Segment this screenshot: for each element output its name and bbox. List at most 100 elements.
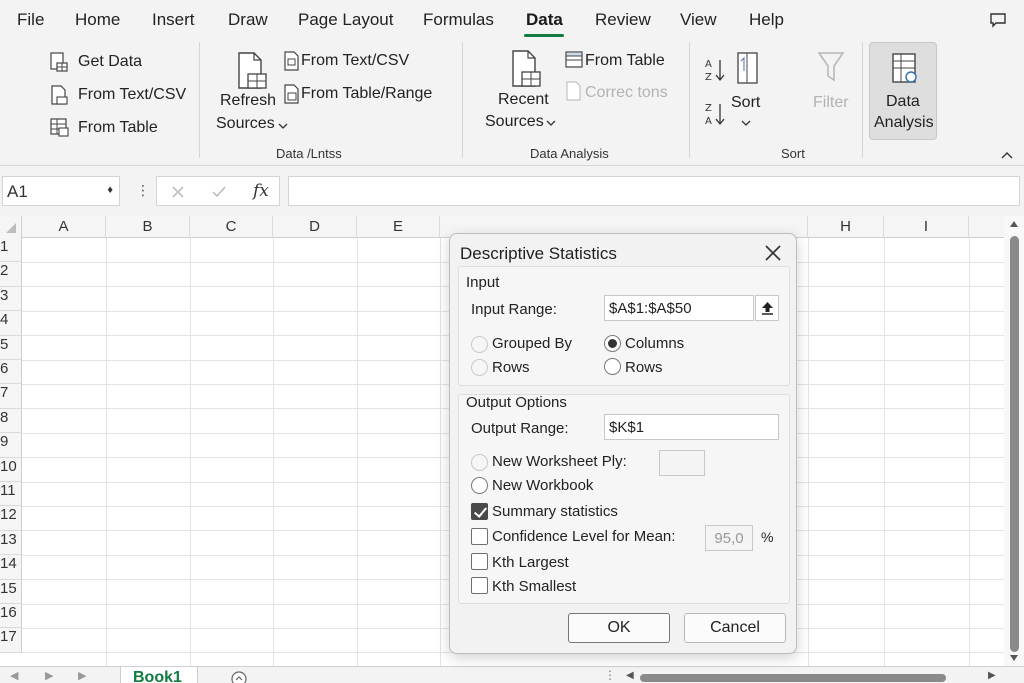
sheet-tab-active[interactable]: Book1: [120, 667, 198, 683]
data-analysis-button[interactable]: Data Analysis: [869, 42, 937, 140]
column-header[interactable]: E: [357, 216, 440, 238]
ribbon: Get Data From Text/CSV From Table Refres…: [0, 42, 1024, 166]
menu-view[interactable]: View: [680, 10, 717, 30]
recent-sources-icon: [512, 50, 541, 87]
new-worksheet-radio[interactable]: [471, 454, 488, 471]
row-header[interactable]: 12: [0, 506, 22, 531]
column-header[interactable]: I: [884, 216, 969, 238]
recent-label[interactable]: Recent: [498, 91, 549, 109]
filter-button[interactable]: Filter: [813, 94, 849, 112]
columns-radio[interactable]: [604, 335, 621, 352]
comment-icon[interactable]: [989, 12, 1007, 28]
ok-button[interactable]: OK: [568, 613, 670, 643]
from-table-range-button[interactable]: From Table/Range: [301, 85, 432, 103]
recent-sources-label[interactable]: Sources: [485, 113, 544, 131]
menu-insert[interactable]: Insert: [152, 10, 195, 30]
insert-function-icon[interactable]: fx: [253, 181, 269, 201]
filter-icon[interactable]: [816, 50, 846, 84]
vertical-scrollbar[interactable]: [1004, 216, 1024, 666]
menu-data[interactable]: Data: [526, 10, 563, 30]
from-table-small-button[interactable]: From Table: [78, 119, 158, 137]
menu-help[interactable]: Help: [749, 10, 784, 30]
menu-draw[interactable]: Draw: [228, 10, 268, 30]
select-all-corner[interactable]: [0, 216, 22, 238]
row-header[interactable]: 1: [0, 238, 22, 263]
confirm-entry-icon[interactable]: [211, 185, 227, 199]
row-header[interactable]: 13: [0, 530, 22, 556]
cancel-entry-icon[interactable]: [171, 185, 185, 199]
get-data-button[interactable]: Get Data: [78, 53, 142, 71]
scroll-down-icon[interactable]: [1009, 654, 1019, 662]
new-workbook-radio[interactable]: [471, 477, 488, 494]
scroll-left-icon[interactable]: ◀: [626, 670, 634, 681]
row-header[interactable]: 17: [0, 628, 22, 653]
from-text-csv-button[interactable]: From Text/CSV: [301, 52, 409, 70]
menu-formulas[interactable]: Formulas: [423, 10, 494, 30]
menu-file[interactable]: File: [17, 10, 44, 30]
more-options-icon[interactable]: ⋮: [136, 182, 150, 199]
grouped-by-radio[interactable]: [471, 336, 488, 353]
confidence-level-label: Confidence Level for Mean:: [492, 528, 676, 545]
input-range-select-button[interactable]: [755, 295, 779, 321]
from-text-csv-small-button[interactable]: From Text/CSV: [78, 86, 186, 104]
close-icon[interactable]: [763, 243, 783, 263]
first-sheet-icon[interactable]: ◀: [10, 669, 18, 682]
scroll-right-icon[interactable]: ▶: [988, 670, 996, 681]
menu-bar: File Home Insert Draw Page Layout Formul…: [0, 0, 1024, 42]
new-worksheet-field[interactable]: [659, 450, 705, 476]
row-header[interactable]: 16: [0, 604, 22, 629]
tab-split-handle-icon[interactable]: ⋮: [604, 668, 616, 682]
svg-text:Z: Z: [705, 103, 712, 114]
cancel-button[interactable]: Cancel: [684, 613, 786, 643]
name-box[interactable]: A1 ♦: [2, 176, 120, 206]
sort-dialog-icon[interactable]: [736, 51, 760, 85]
row-header[interactable]: 3: [0, 286, 22, 312]
row-header[interactable]: 8: [0, 408, 22, 434]
add-sheet-icon[interactable]: [230, 670, 248, 683]
summary-statistics-checkbox[interactable]: [471, 503, 488, 520]
menu-home[interactable]: Home: [75, 10, 120, 30]
column-header[interactable]: D: [273, 216, 357, 238]
row-header[interactable]: 9: [0, 433, 22, 458]
formula-input[interactable]: [288, 176, 1020, 206]
sort-az-icon[interactable]: A Z: [703, 56, 727, 84]
grouped-rows-radio[interactable]: [471, 359, 488, 376]
sort-za-icon[interactable]: Z A: [703, 100, 727, 128]
column-header[interactable]: H: [808, 216, 884, 238]
row-header[interactable]: 15: [0, 579, 22, 604]
row-header[interactable]: 6: [0, 360, 22, 385]
chevron-down-icon: [741, 120, 751, 126]
menu-page-layout[interactable]: Page Layout: [298, 10, 393, 30]
output-range-field[interactable]: $K$1: [604, 414, 779, 440]
input-range-field[interactable]: $A$1:$A$50: [604, 295, 754, 321]
kth-smallest-checkbox[interactable]: [471, 577, 488, 594]
horizontal-scroll-thumb[interactable]: [640, 674, 946, 682]
sort-button[interactable]: Sort: [731, 94, 760, 112]
refresh-label[interactable]: Refresh: [220, 92, 276, 110]
row-header[interactable]: 11: [0, 482, 22, 507]
sources-label[interactable]: Sources: [216, 115, 275, 133]
from-table-button[interactable]: From Table: [585, 52, 665, 70]
row-header[interactable]: 4: [0, 311, 22, 336]
column-header[interactable]: C: [190, 216, 273, 238]
input-range-label: Input Range:: [471, 301, 557, 318]
confidence-level-checkbox[interactable]: [471, 528, 488, 545]
name-box-dropdown-icon[interactable]: ♦: [107, 184, 113, 196]
row-header[interactable]: 14: [0, 555, 22, 580]
collapse-ribbon-icon[interactable]: [1000, 150, 1014, 160]
row-header[interactable]: 2: [0, 262, 22, 287]
prev-sheet-icon[interactable]: ▶: [45, 669, 53, 682]
row-header[interactable]: 7: [0, 384, 22, 409]
scroll-up-icon[interactable]: [1009, 220, 1019, 228]
kth-largest-checkbox[interactable]: [471, 553, 488, 570]
next-sheet-icon[interactable]: ▶: [78, 669, 86, 682]
column-header[interactable]: A: [22, 216, 106, 238]
vertical-scroll-thumb[interactable]: [1010, 236, 1019, 652]
row-header[interactable]: 5: [0, 335, 22, 360]
connections-button[interactable]: Correc tons: [585, 84, 668, 102]
column-header[interactable]: B: [106, 216, 190, 238]
rows-radio[interactable]: [604, 358, 621, 375]
row-header[interactable]: 10: [0, 457, 22, 482]
menu-review[interactable]: Review: [595, 10, 651, 30]
confidence-level-field[interactable]: 95,0: [705, 525, 753, 551]
